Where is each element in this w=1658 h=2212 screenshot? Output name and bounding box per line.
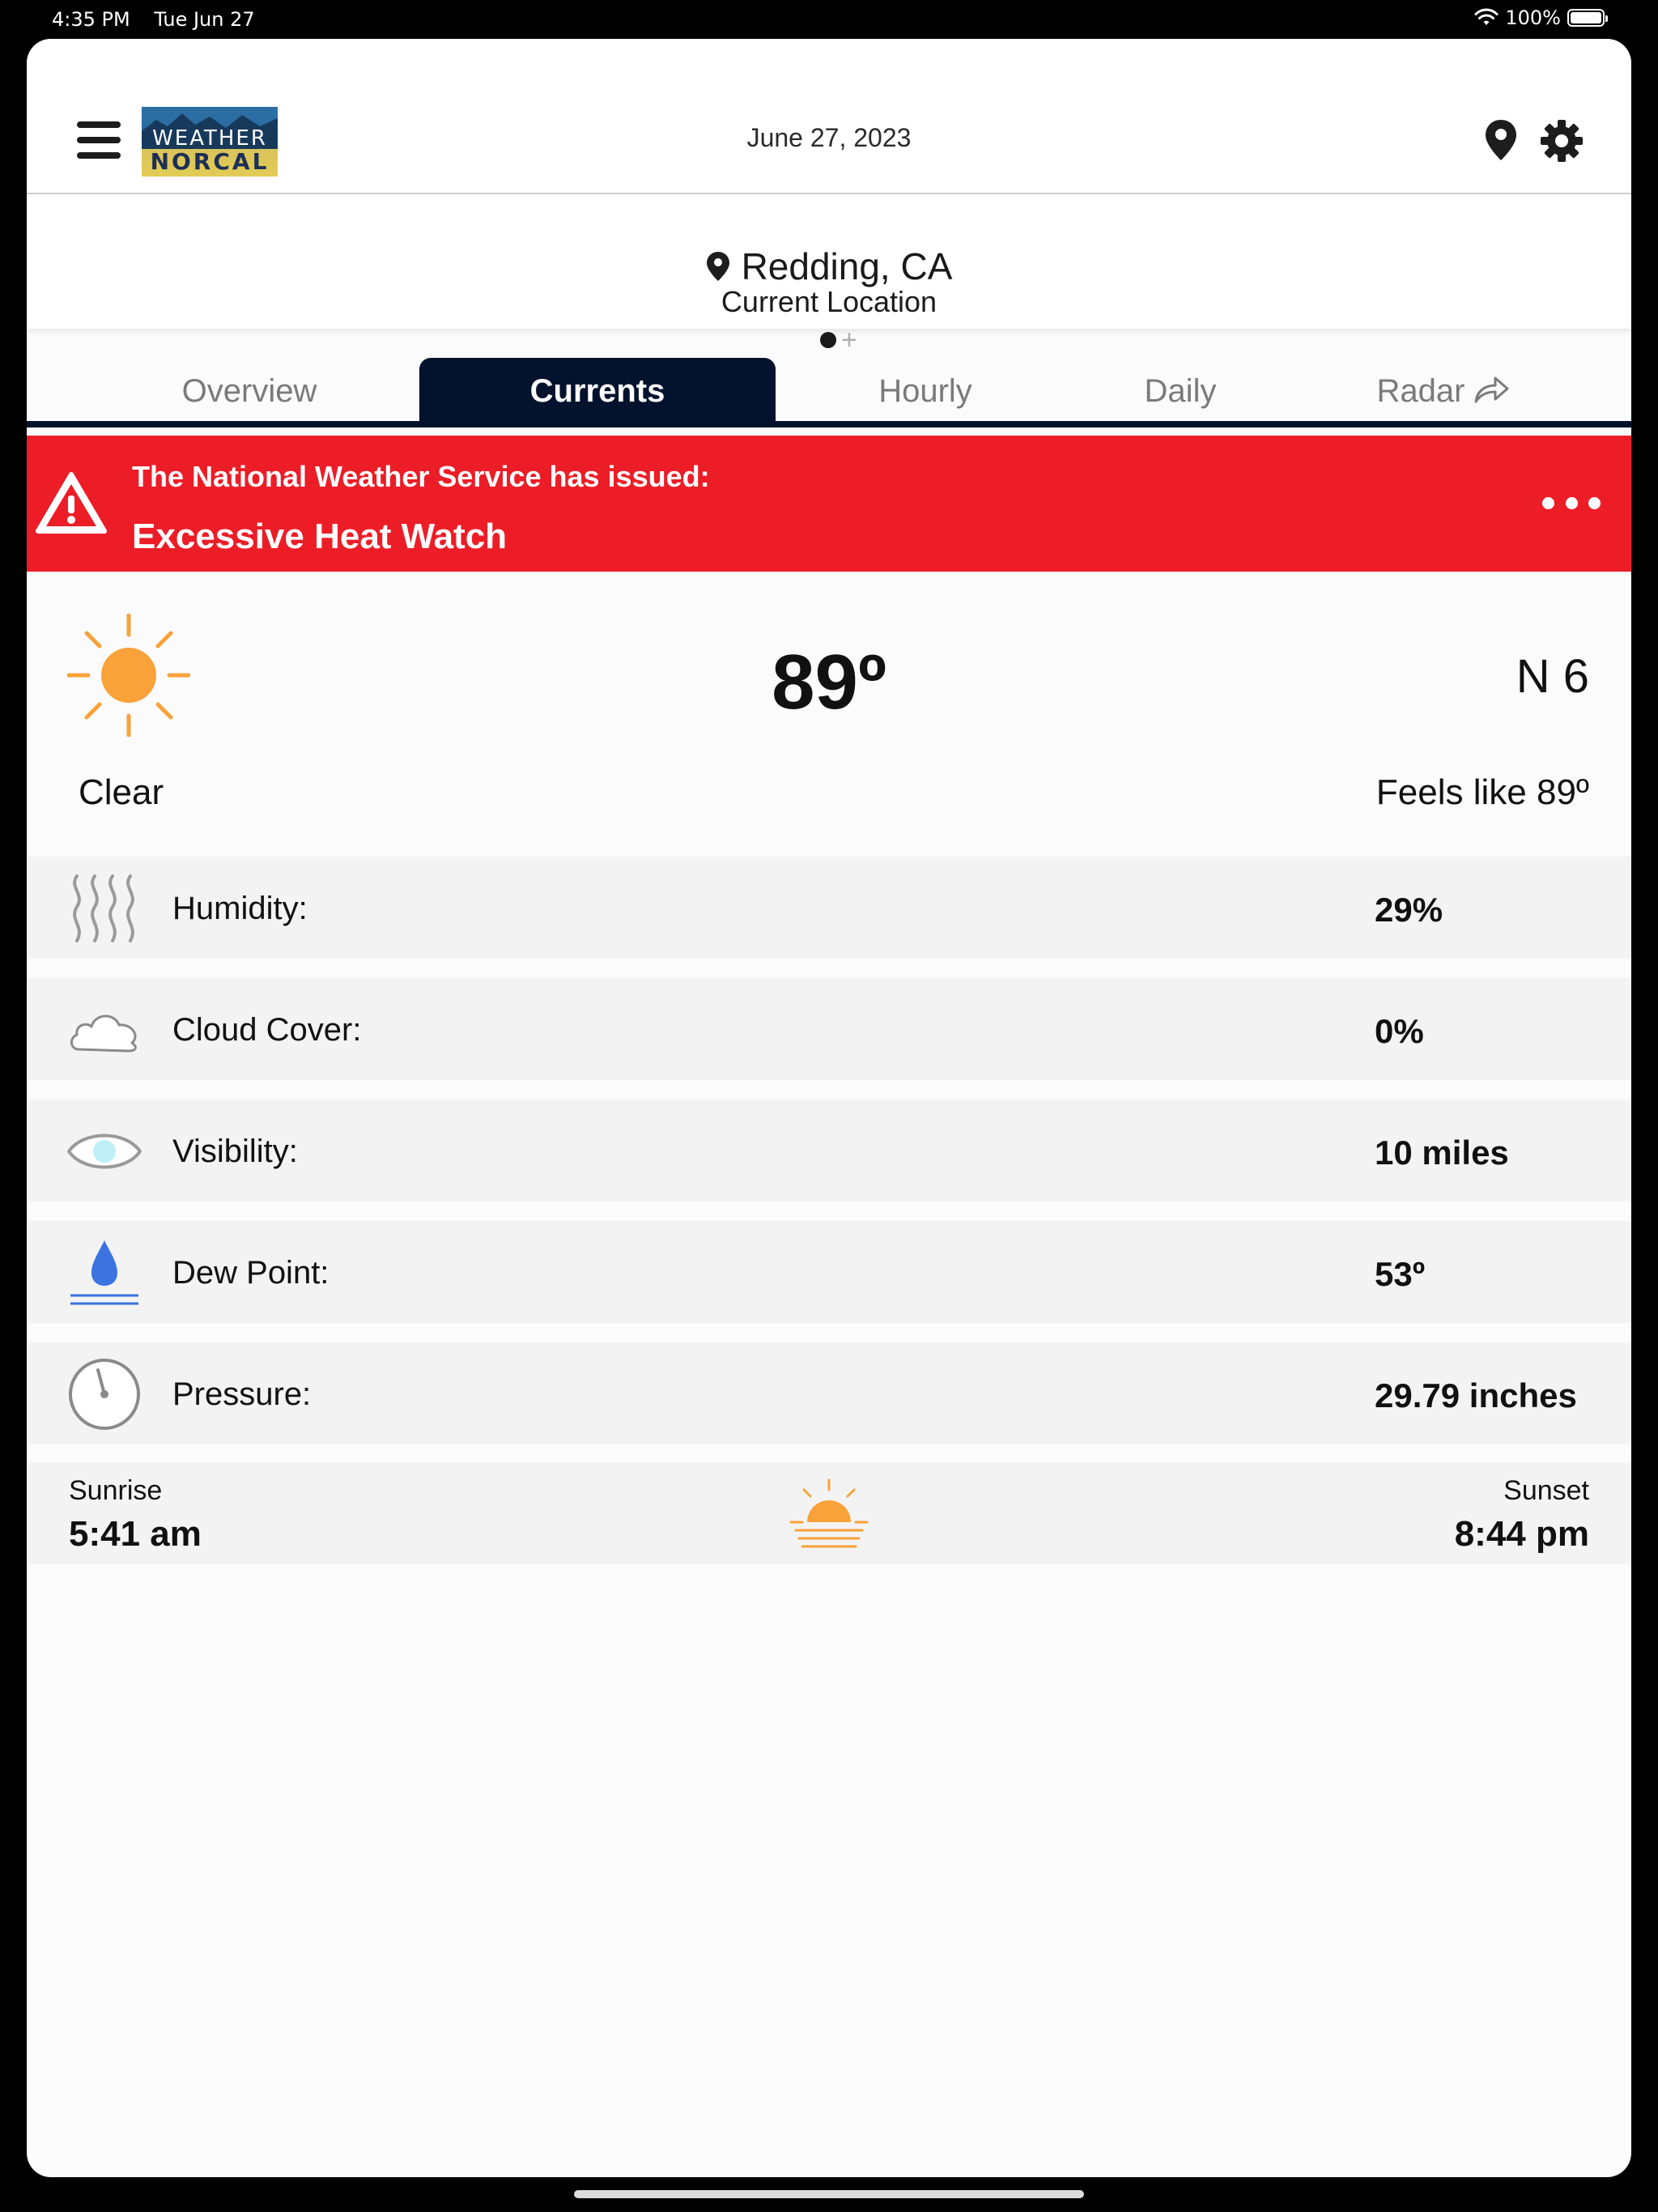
- status-date: Tue Jun 27: [154, 8, 255, 31]
- detail-row-visibility: Visibility: 10 miles: [27, 1100, 1631, 1202]
- location-name: Redding, CA: [741, 245, 953, 287]
- battery-percent: 100%: [1505, 6, 1561, 29]
- cloud-cover-value: 0%: [1375, 1012, 1424, 1050]
- gauge-icon: [69, 1359, 140, 1430]
- visibility-label: Visibility:: [172, 1134, 298, 1169]
- visibility-value: 10 miles: [1375, 1134, 1509, 1172]
- location-title[interactable]: Redding, CA: [27, 245, 1631, 288]
- tab-currents[interactable]: Currents: [419, 358, 776, 421]
- tab-overview[interactable]: Overview: [71, 358, 427, 421]
- detail-row-cloud-cover: Cloud Cover: 0%: [27, 978, 1631, 1080]
- alert-title: Excessive Heat Watch: [132, 517, 508, 556]
- wifi-icon: [1474, 8, 1499, 25]
- tab-hourly[interactable]: Hourly: [763, 358, 1087, 421]
- sunrise-label: Sunrise: [69, 1475, 163, 1506]
- app-window: WEATHER NORCAL June 27, 2023 Redding, CA…: [27, 39, 1631, 2177]
- header-date: June 27, 2023: [746, 123, 912, 152]
- battery-icon: [1567, 9, 1608, 27]
- feels-like: Feels like 89º: [1375, 772, 1589, 812]
- warning-icon: [36, 472, 107, 534]
- tab-daily[interactable]: Daily: [1071, 358, 1290, 421]
- detail-row-pressure: Pressure: 29.79 inches: [27, 1342, 1631, 1444]
- location-pin-icon[interactable]: [1484, 118, 1518, 162]
- status-time: 4:35 PM: [52, 8, 130, 31]
- alert-issuer: The National Weather Service has issued:: [132, 460, 710, 493]
- detail-row-humidity: Humidity: 29%: [27, 857, 1631, 959]
- status-bar: 4:35 PM Tue Jun 27 100%: [0, 0, 1658, 39]
- humidity-icon: [73, 874, 134, 942]
- share-arrow-icon: [1474, 376, 1509, 403]
- location-pager: +: [820, 326, 857, 354]
- add-location-button[interactable]: +: [841, 326, 857, 354]
- eye-icon: [67, 1134, 142, 1169]
- more-options-icon[interactable]: [1542, 491, 1601, 515]
- location-subtitle: Current Location: [721, 285, 937, 318]
- condition-text: Clear: [79, 772, 164, 812]
- sunrise-time: 5:41 am: [69, 1514, 202, 1554]
- pressure-label: Pressure:: [172, 1376, 312, 1412]
- water-drop-icon: [70, 1240, 138, 1305]
- wind-speed: N 6: [1516, 650, 1589, 703]
- pressure-value: 29.79 inches: [1375, 1376, 1577, 1414]
- tab-radar-label: Radar: [1376, 373, 1465, 409]
- sun-times-row: Sunrise 5:41 am Sunset 8:44 pm: [27, 1462, 1631, 1564]
- weather-alert-banner[interactable]: The National Weather Service has issued:…: [27, 436, 1631, 572]
- dew-point-value: 53º: [1375, 1255, 1426, 1293]
- gear-icon[interactable]: [1539, 118, 1584, 164]
- current-temperature: 89º: [772, 639, 886, 725]
- sunset-label: Sunset: [1503, 1475, 1589, 1506]
- tab-radar[interactable]: Radar: [1273, 358, 1613, 421]
- dew-point-label: Dew Point:: [172, 1255, 329, 1291]
- detail-row-dew-point: Dew Point: 53º: [27, 1221, 1631, 1323]
- humidity-value: 29%: [1375, 891, 1443, 929]
- tab-underline: [27, 421, 1631, 428]
- sunset-time: 8:44 pm: [1454, 1514, 1589, 1554]
- location-section: Redding, CA Current Location +: [27, 194, 1631, 354]
- tab-bar: Overview Currents Hourly Daily Radar: [27, 358, 1631, 421]
- cloud-cover-label: Cloud Cover:: [172, 1012, 362, 1048]
- cloud-icon: [70, 1015, 137, 1053]
- app-header: WEATHER NORCAL June 27, 2023: [27, 39, 1631, 194]
- pager-dot-active[interactable]: [820, 332, 836, 348]
- home-indicator[interactable]: [574, 2190, 1084, 2198]
- battery-fill: [1571, 12, 1601, 23]
- humidity-label: Humidity:: [172, 891, 308, 926]
- sunrise-icon: [789, 1478, 869, 1548]
- location-pin-small-icon: [706, 252, 729, 281]
